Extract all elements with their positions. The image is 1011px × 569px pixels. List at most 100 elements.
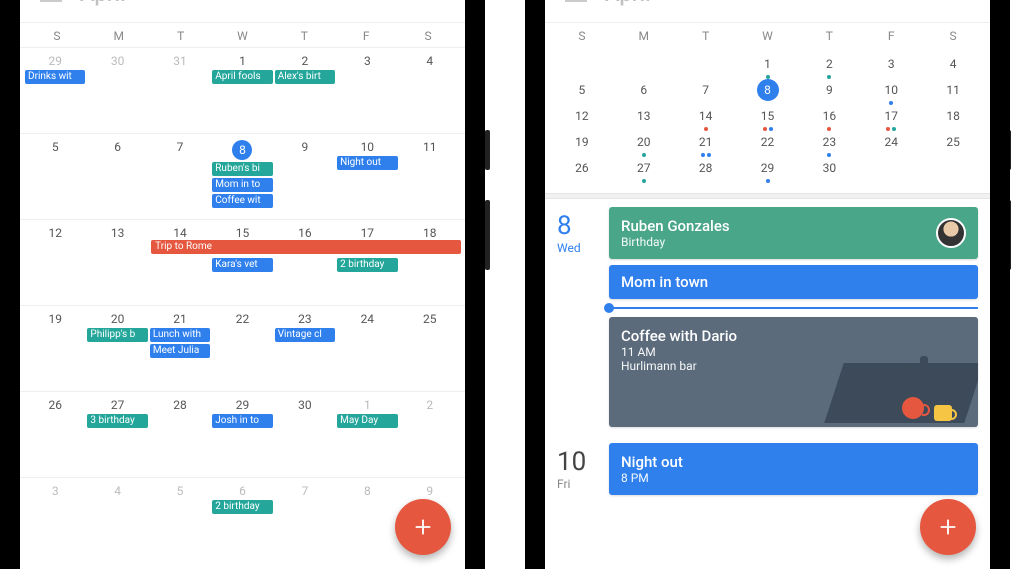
- device-schedule-view: April SMTWTFS 12345678910111213141516171…: [525, 0, 1010, 569]
- mini-day-cell[interactable]: 1: [737, 57, 799, 71]
- day-cell[interactable]: 3: [24, 482, 86, 561]
- mini-day-cell[interactable]: 8: [737, 79, 799, 101]
- mini-day-cell[interactable]: 13: [613, 109, 675, 123]
- event-chip[interactable]: Mom in to: [212, 178, 272, 192]
- day-cell[interactable]: 12: [24, 224, 86, 303]
- day-cell[interactable]: 16: [274, 224, 336, 303]
- day-cell[interactable]: 2: [399, 396, 461, 475]
- event-chip[interactable]: Alex's birt: [275, 70, 335, 84]
- day-cell[interactable]: 23Vintage cl: [274, 310, 336, 389]
- day-cell[interactable]: 20Philipp's b: [86, 310, 148, 389]
- day-cell[interactable]: 24: [336, 310, 398, 389]
- day-cell[interactable]: 172 birthday: [336, 224, 398, 303]
- day-cell[interactable]: 3: [336, 52, 398, 131]
- mini-day-cell[interactable]: 15: [737, 109, 799, 123]
- event-chip[interactable]: Vintage cl: [275, 328, 335, 342]
- mini-day-cell[interactable]: 29: [737, 161, 799, 175]
- event-chip[interactable]: April fools: [212, 70, 272, 84]
- day-cell[interactable]: 5: [24, 138, 86, 217]
- day-cell[interactable]: 62 birthday: [211, 482, 273, 561]
- mini-day-cell[interactable]: 27: [613, 161, 675, 175]
- mini-day-cell[interactable]: 28: [675, 161, 737, 175]
- mini-day-cell[interactable]: 9: [798, 83, 860, 97]
- mini-day-cell[interactable]: 12: [551, 109, 613, 123]
- event-chip[interactable]: May Day: [337, 414, 397, 428]
- mini-day-cell[interactable]: 22: [737, 135, 799, 149]
- event-chip[interactable]: Philipp's b: [87, 328, 147, 342]
- mini-day-cell[interactable]: 26: [551, 161, 613, 175]
- mini-day-cell[interactable]: 20: [613, 135, 675, 149]
- event-chip[interactable]: 2 birthday: [337, 258, 397, 272]
- day-cell[interactable]: 5: [149, 482, 211, 561]
- day-cell[interactable]: 15Kara's vet: [211, 224, 273, 303]
- mini-day-cell[interactable]: 11: [922, 83, 984, 97]
- mini-day-cell[interactable]: 24: [860, 135, 922, 149]
- day-cell[interactable]: 19: [24, 310, 86, 389]
- fab-add-event[interactable]: [920, 499, 976, 555]
- event-card-coffee[interactable]: Coffee with Dario 11 AM Hurlimann bar: [609, 317, 978, 427]
- day-cell[interactable]: 1May Day: [336, 396, 398, 475]
- mini-day-cell[interactable]: 4: [922, 57, 984, 71]
- event-chip-multi-day[interactable]: Trip to Rome: [151, 240, 461, 254]
- mini-day-cell[interactable]: 3: [860, 57, 922, 71]
- day-cell[interactable]: 1April fools: [211, 52, 273, 131]
- event-chip[interactable]: Meet Julia: [150, 344, 210, 358]
- fab-add-event[interactable]: [395, 499, 451, 555]
- day-cell[interactable]: 8: [336, 482, 398, 561]
- day-cell[interactable]: 4: [399, 52, 461, 131]
- day-cell[interactable]: 4: [86, 482, 148, 561]
- mini-day-cell[interactable]: 23: [798, 135, 860, 149]
- mini-day-number: 11: [946, 83, 960, 97]
- day-cell[interactable]: 18: [399, 224, 461, 303]
- day-cell[interactable]: 28: [149, 396, 211, 475]
- mini-day-cell[interactable]: 5: [551, 83, 613, 97]
- mini-day-cell[interactable]: 7: [675, 83, 737, 97]
- event-chip[interactable]: 2 birthday: [212, 500, 272, 514]
- day-cell[interactable]: 10Night out: [336, 138, 398, 217]
- day-cell[interactable]: 6: [86, 138, 148, 217]
- day-cell[interactable]: 29Drinks wit: [24, 52, 86, 131]
- event-chip[interactable]: Josh in to: [212, 414, 272, 428]
- day-cell[interactable]: 30: [86, 52, 148, 131]
- day-cell[interactable]: 25: [399, 310, 461, 389]
- day-cell[interactable]: 2Alex's birt: [274, 52, 336, 131]
- day-cell[interactable]: 11: [399, 138, 461, 217]
- day-cell[interactable]: 9: [274, 138, 336, 217]
- event-card-birthday[interactable]: Ruben Gonzales Birthday: [609, 207, 978, 259]
- event-card[interactable]: Mom in town: [609, 265, 978, 299]
- event-chip[interactable]: Drinks wit: [25, 70, 85, 84]
- mini-day-cell[interactable]: 18: [922, 109, 984, 123]
- mini-day-cell[interactable]: 10: [860, 83, 922, 97]
- day-number: 3: [337, 54, 397, 68]
- mini-day-cell[interactable]: 25: [922, 135, 984, 149]
- event-chip[interactable]: 3 birthday: [87, 414, 147, 428]
- day-cell[interactable]: 21Lunch withMeet Julia: [149, 310, 211, 389]
- event-chip[interactable]: Kara's vet: [212, 258, 272, 272]
- event-card[interactable]: Night out 8 PM: [609, 443, 978, 495]
- day-cell[interactable]: 8Ruben's biMom in toCoffee wit: [211, 138, 273, 217]
- mini-day-cell[interactable]: 16: [798, 109, 860, 123]
- day-number: 4: [87, 484, 147, 498]
- event-chip[interactable]: Lunch with: [150, 328, 210, 342]
- event-chip[interactable]: Coffee wit: [212, 194, 272, 208]
- mini-day-cell[interactable]: 2: [798, 57, 860, 71]
- mini-day-cell[interactable]: 30: [798, 161, 860, 175]
- mini-day-cell[interactable]: 19: [551, 135, 613, 149]
- day-cell[interactable]: 14: [149, 224, 211, 303]
- mini-day-number: 3: [888, 57, 895, 71]
- event-chip[interactable]: Ruben's bi: [212, 162, 272, 176]
- day-cell[interactable]: 7: [149, 138, 211, 217]
- day-cell[interactable]: 26: [24, 396, 86, 475]
- mini-day-cell[interactable]: 14: [675, 109, 737, 123]
- day-cell[interactable]: 7: [274, 482, 336, 561]
- mini-day-cell[interactable]: 17: [860, 109, 922, 123]
- mini-day-cell[interactable]: 21: [675, 135, 737, 149]
- day-cell[interactable]: 273 birthday: [86, 396, 148, 475]
- mini-day-cell[interactable]: 6: [613, 83, 675, 97]
- day-cell[interactable]: 31: [149, 52, 211, 131]
- day-cell[interactable]: 30: [274, 396, 336, 475]
- day-cell[interactable]: 13: [86, 224, 148, 303]
- event-chip[interactable]: Night out: [337, 156, 397, 170]
- day-cell[interactable]: 29Josh in to: [211, 396, 273, 475]
- day-cell[interactable]: 22: [211, 310, 273, 389]
